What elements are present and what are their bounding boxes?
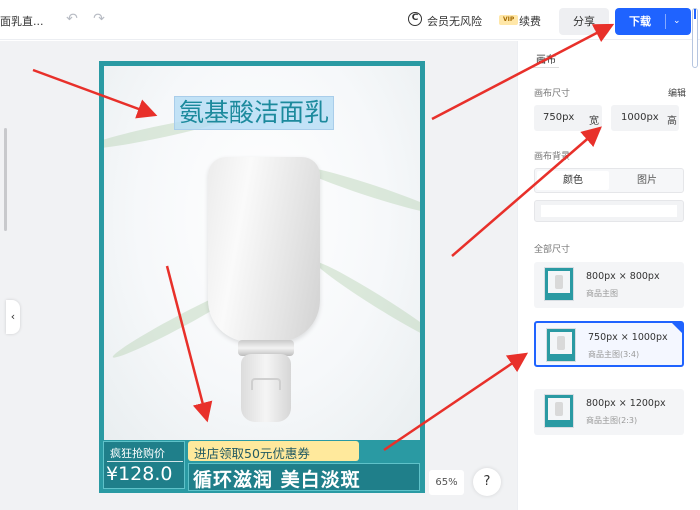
card-subtitle: 商品主图(2:3) xyxy=(586,416,638,425)
size-thumbnail xyxy=(544,394,574,428)
tab-color[interactable]: 颜色 xyxy=(537,171,609,190)
undo-icon[interactable]: ↶ xyxy=(64,11,80,27)
canvas-background-label: 画布背景 xyxy=(534,152,571,162)
share-button[interactable]: 分享 xyxy=(559,8,609,35)
width-field[interactable]: 750px 宽 xyxy=(534,105,602,131)
help-button[interactable]: ? xyxy=(473,468,501,496)
leaf-decoration xyxy=(312,257,420,347)
selected-check-icon xyxy=(672,323,682,333)
redo-icon[interactable]: ↷ xyxy=(91,11,107,27)
zoom-level[interactable]: 65% xyxy=(429,470,464,495)
vip-badge: VIP xyxy=(499,15,519,25)
promo-label: 疯狂抢购价 xyxy=(110,447,165,460)
background-color-picker[interactable] xyxy=(534,200,684,222)
copyright-icon: C xyxy=(408,12,422,26)
size-thumbnail xyxy=(544,267,574,301)
bottle-notch xyxy=(251,378,281,390)
height-value: 1000px xyxy=(621,112,659,123)
card-size: 800px × 800px xyxy=(586,271,660,282)
card-size: 800px × 1200px xyxy=(586,398,666,409)
vertical-scrollbar[interactable] xyxy=(4,128,7,231)
member-risk-free-text[interactable]: 会员无风险 xyxy=(427,13,482,29)
size-card[interactable]: 800px × 800px 商品主图 xyxy=(534,262,684,308)
edit-size-link[interactable]: 编辑 xyxy=(668,86,686,99)
poster-canvas[interactable]: 氨基酸洁面乳 疯狂抢购价 ¥128.0 进店领取50元优惠券 循环滋润 美白淡斑 xyxy=(99,61,425,493)
size-card-selected[interactable]: 750px × 1000px 商品主图(3:4) xyxy=(534,321,684,367)
tab-canvas[interactable]: 画布 xyxy=(533,50,559,68)
download-separator xyxy=(665,14,666,29)
poster-background: 氨基酸洁面乳 xyxy=(104,66,420,440)
coupon-tag[interactable]: 进店领取50元优惠券 xyxy=(188,441,359,461)
price-text: ¥128.0 xyxy=(106,463,173,485)
slogan-text: 循环滋润 美白淡斑 xyxy=(193,469,361,491)
width-value: 750px xyxy=(543,112,575,123)
document-title[interactable]: 面乳直... xyxy=(0,13,44,29)
card-subtitle: 商品主图(3:4) xyxy=(588,350,640,359)
poster-headline[interactable]: 氨基酸洁面乳 xyxy=(174,96,335,130)
product-bottle-image[interactable] xyxy=(208,157,320,342)
card-subtitle: 商品主图 xyxy=(586,289,618,298)
color-preview xyxy=(541,205,677,217)
properties-panel: 画布 画布尺寸 编辑 750px 宽 1000px 高 画布背景 颜色 图片 全… xyxy=(517,41,700,510)
coupon-text: 进店领取50元优惠券 xyxy=(194,446,310,461)
promo-divider xyxy=(107,461,183,462)
width-unit: 宽 xyxy=(589,116,599,127)
all-sizes-label: 全部尺寸 xyxy=(534,245,571,255)
renew-link[interactable]: 续费 xyxy=(519,13,541,29)
chevron-down-icon[interactable]: ⌄ xyxy=(673,8,681,35)
top-toolbar: 面乳直... ↶ ↷ C 会员无风险 VIP 续费 分享 下载 ⌄ xyxy=(0,0,700,40)
page-scrollbar[interactable] xyxy=(692,8,698,68)
download-label: 下载 xyxy=(629,15,651,28)
download-button[interactable]: 下载 ⌄ xyxy=(615,8,691,35)
canvas-size-label: 画布尺寸 xyxy=(534,89,571,99)
slogan-block[interactable]: 循环滋润 美白淡斑 xyxy=(188,463,420,491)
tab-image[interactable]: 图片 xyxy=(611,171,683,190)
card-size: 750px × 1000px xyxy=(588,332,668,343)
size-card[interactable]: 800px × 1200px 商品主图(2:3) xyxy=(534,389,684,435)
price-block[interactable]: 疯狂抢购价 ¥128.0 xyxy=(103,441,185,489)
collapse-sidebar-icon[interactable]: ‹ xyxy=(6,300,20,334)
height-unit: 高 xyxy=(667,116,677,127)
size-thumbnail xyxy=(546,328,576,362)
height-field[interactable]: 1000px 高 xyxy=(611,105,679,131)
background-type-toggle: 颜色 图片 xyxy=(534,168,684,193)
